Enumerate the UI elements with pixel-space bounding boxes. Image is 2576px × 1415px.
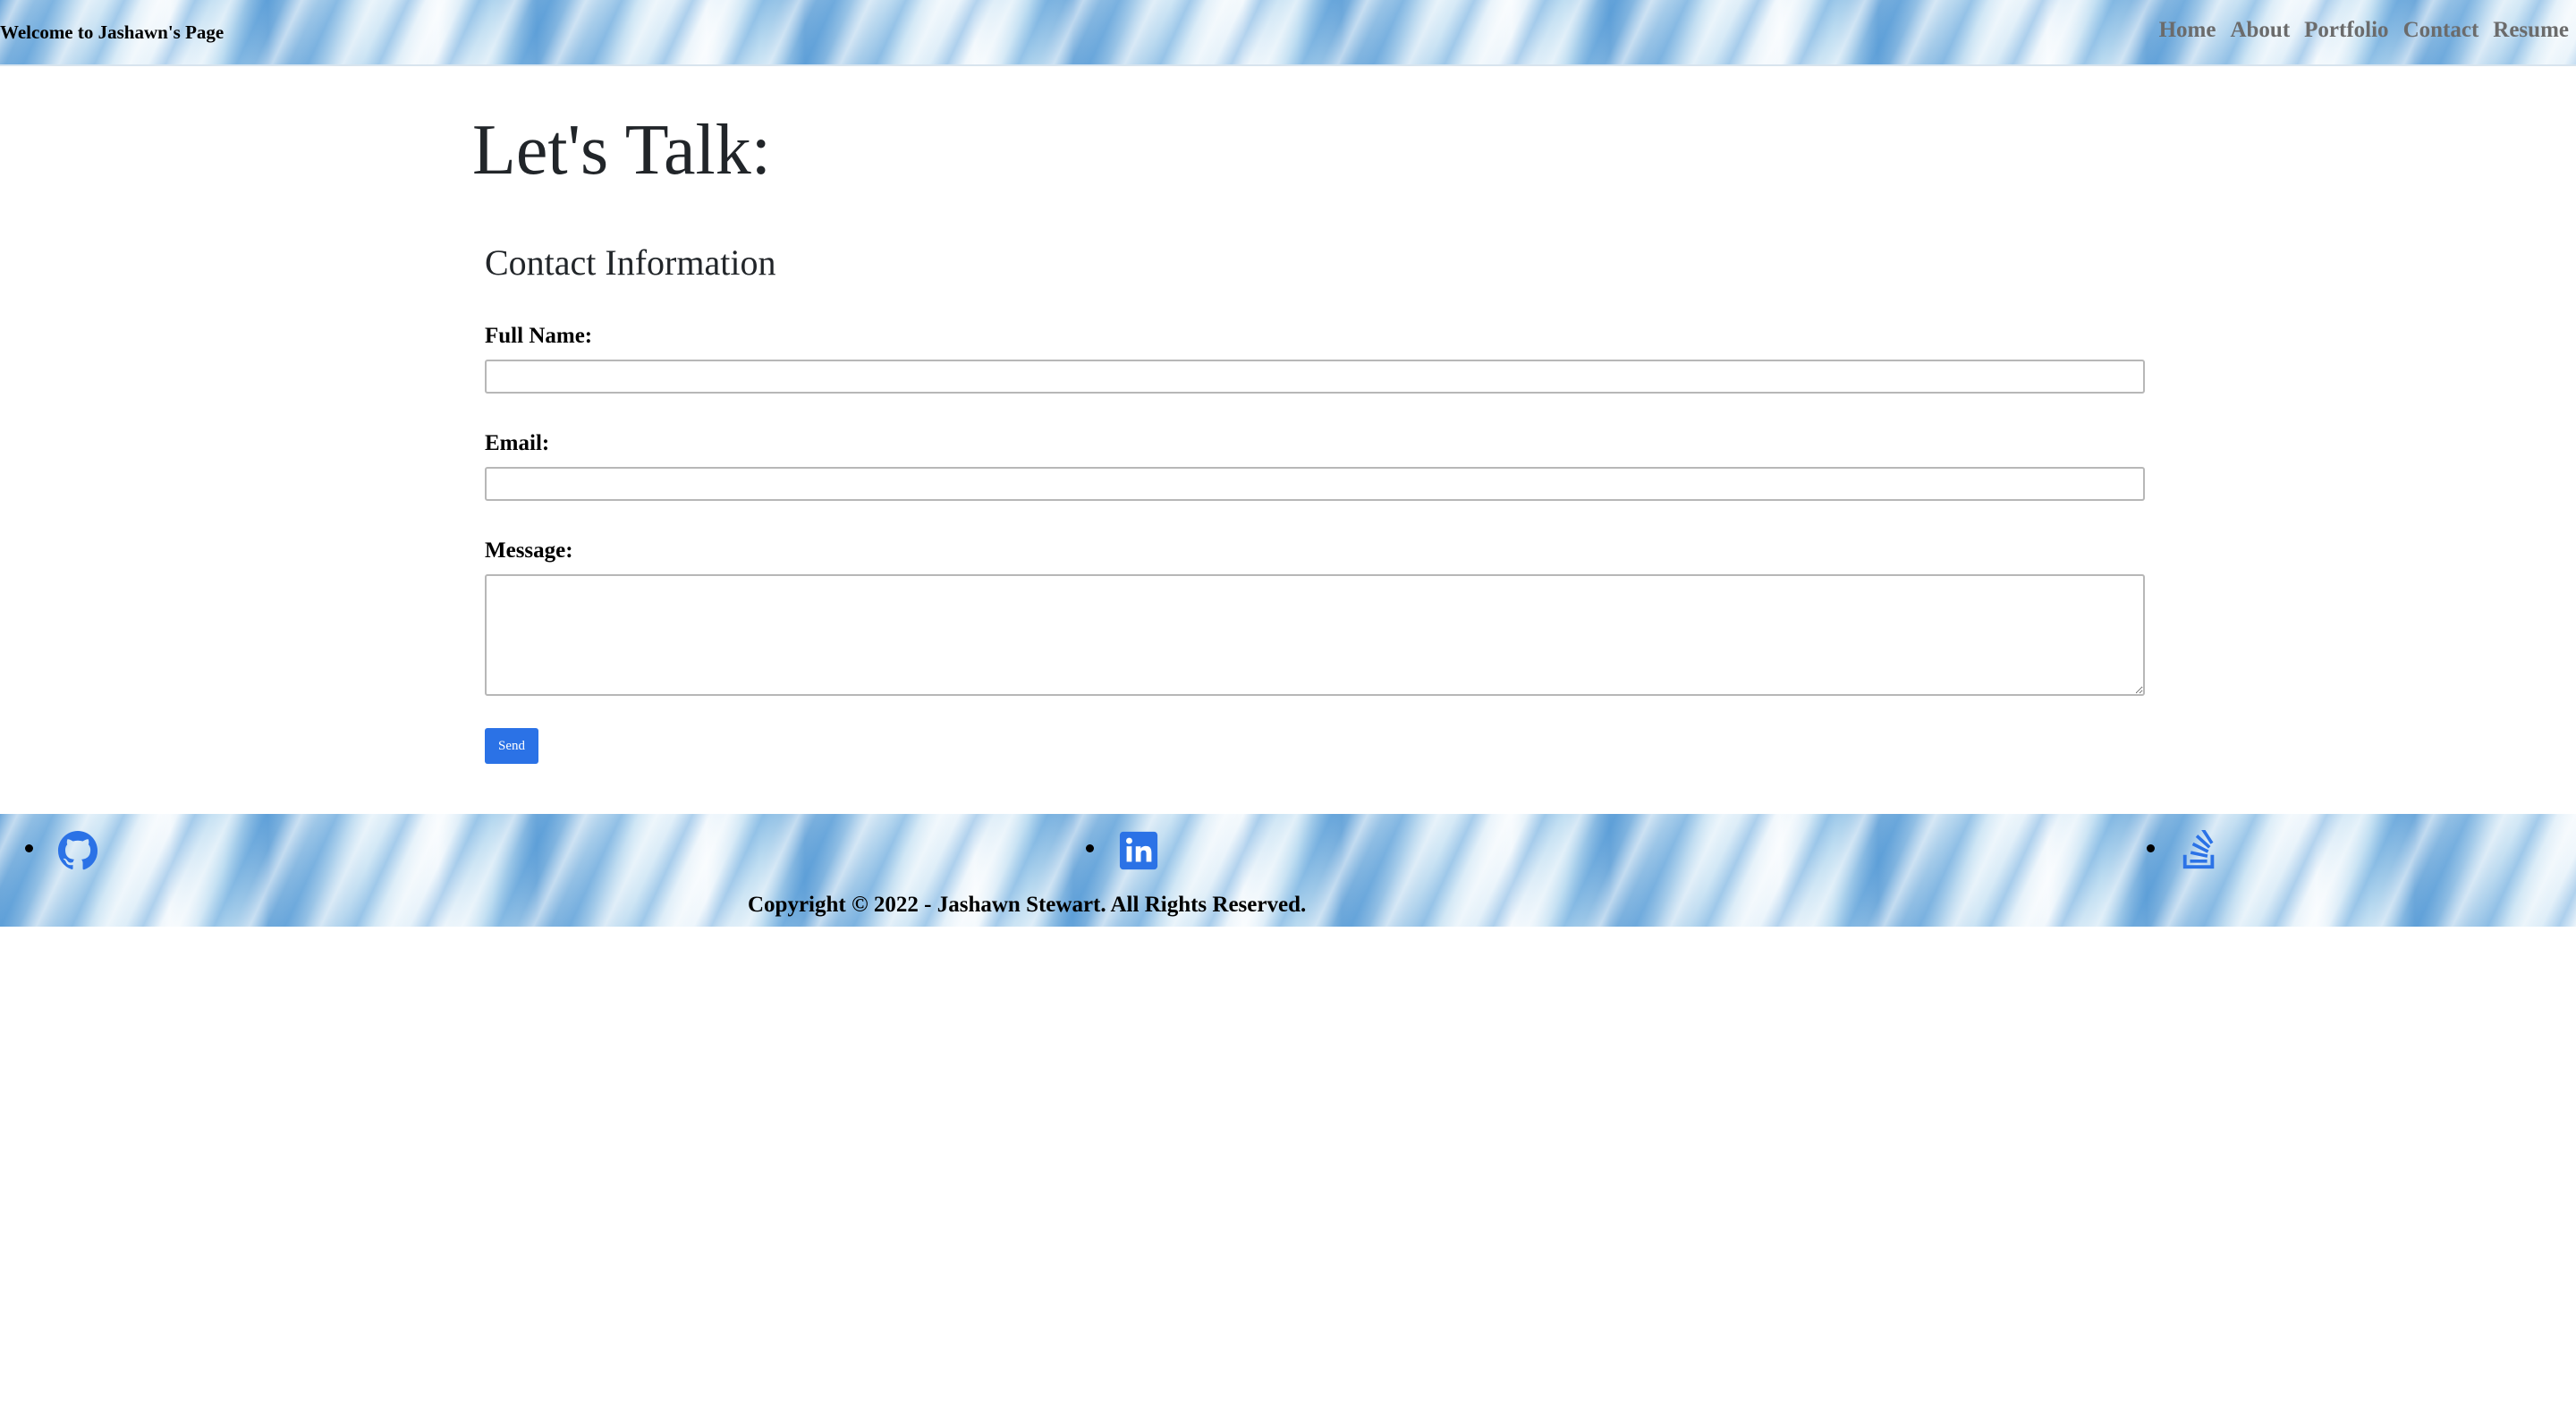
email-input[interactable] — [485, 467, 2145, 501]
list-bullet — [2147, 844, 2155, 852]
nav-home[interactable]: Home — [2159, 18, 2216, 43]
section-title: Contact Information — [485, 242, 776, 283]
page-title: Let's Talk: — [472, 111, 771, 190]
stackoverflow-icon[interactable] — [2179, 830, 2220, 871]
email-label: Email: — [485, 431, 550, 455]
message-label: Message: — [485, 538, 573, 563]
full-name-input[interactable] — [485, 360, 2145, 394]
site-header: Welcome to Jashawn's Page Home About Por… — [0, 0, 2576, 66]
main-nav: Home About Portfolio Contact Resume — [2159, 18, 2569, 43]
list-bullet — [1086, 844, 1094, 852]
message-textarea[interactable] — [485, 574, 2145, 696]
nav-about[interactable]: About — [2230, 18, 2290, 43]
site-footer: Copyright © 2022 - Jashawn Stewart. All … — [0, 814, 2576, 927]
send-button[interactable]: Send — [485, 728, 538, 764]
nav-resume[interactable]: Resume — [2493, 18, 2569, 43]
list-bullet — [25, 844, 33, 852]
contact-form: Contact Information Full Name: Email: Me… — [485, 241, 2145, 764]
site-brand: Welcome to Jashawn's Page — [0, 21, 225, 43]
nav-contact[interactable]: Contact — [2403, 18, 2479, 43]
nav-portfolio[interactable]: Portfolio — [2304, 18, 2388, 43]
linkedin-icon[interactable] — [1118, 830, 1159, 871]
copyright-text: Copyright © 2022 - Jashawn Stewart. All … — [748, 893, 1307, 917]
full-name-label: Full Name: — [485, 324, 593, 348]
github-icon[interactable] — [57, 830, 98, 871]
